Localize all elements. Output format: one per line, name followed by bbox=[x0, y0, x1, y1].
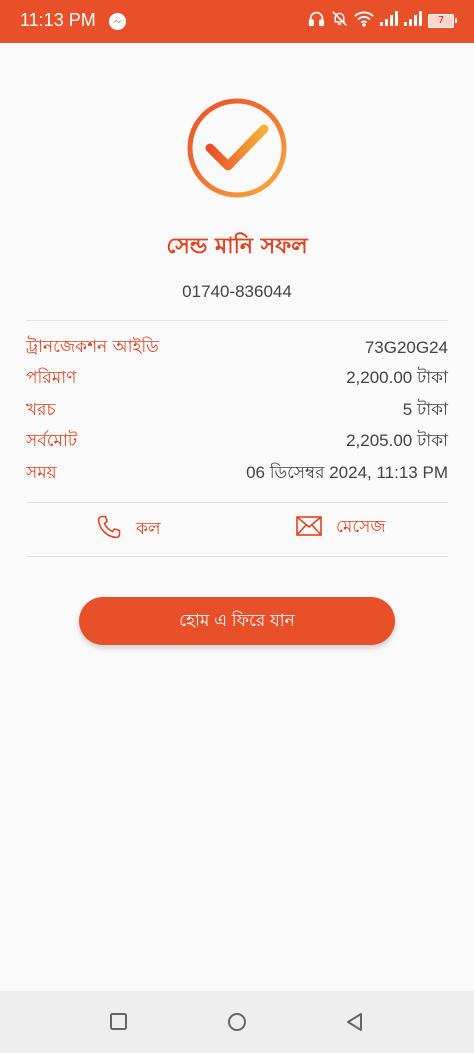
divider bbox=[26, 320, 448, 321]
status-time: 11:13 PM bbox=[20, 10, 96, 30]
battery-icon: 7 bbox=[428, 13, 457, 28]
message-button[interactable]: মেসেজ bbox=[296, 514, 386, 542]
recipient-number: 01740-836044 bbox=[182, 282, 292, 301]
detail-label: পরিমাণ bbox=[26, 368, 77, 389]
status-bar: 11:13 PM 7 bbox=[0, 0, 474, 43]
divider bbox=[26, 556, 448, 557]
detail-row-time: সময় 06 ডিসেম্বর 2024, 11:13 PM bbox=[26, 458, 448, 490]
signal-icon bbox=[380, 11, 398, 30]
detail-value: 73G20G24 bbox=[364, 337, 448, 357]
headphones-icon bbox=[308, 10, 325, 31]
check-circle-icon bbox=[185, 96, 289, 200]
call-button[interactable]: কল bbox=[96, 514, 161, 545]
square-icon[interactable] bbox=[108, 1011, 130, 1033]
detail-label: ট্রানজেকশন আইডি bbox=[26, 336, 159, 357]
detail-value: 06 ডিসেম্বর 2024, 11:13 PM bbox=[246, 462, 448, 482]
detail-value: 5 টাকা bbox=[402, 399, 448, 419]
detail-row-amount: পরিমাণ 2,200.00 টাকা bbox=[26, 364, 448, 396]
detail-row-total: সর্বমোট 2,205.00 টাকা bbox=[26, 427, 448, 459]
detail-row-charge: খরচ 5 টাকা bbox=[26, 395, 448, 427]
transaction-details: ট্রানজেকশন আইডি 73G20G24 পরিমাণ 2,200.00… bbox=[26, 332, 448, 490]
status-icons: 7 bbox=[308, 10, 457, 31]
bell-off-icon bbox=[331, 10, 348, 31]
success-title: সেন্ড মানি সফল bbox=[166, 234, 308, 259]
detail-label: খরচ bbox=[26, 399, 56, 420]
signal-icon bbox=[404, 11, 422, 30]
circle-icon[interactable] bbox=[226, 1011, 248, 1033]
contact-actions: কল মেসেজ bbox=[26, 504, 448, 556]
detail-label: সময় bbox=[26, 462, 57, 483]
detail-value: 2,205.00 টাকা bbox=[346, 431, 448, 451]
navigation-bar bbox=[0, 991, 474, 1053]
triangle-back-icon[interactable] bbox=[344, 1011, 366, 1033]
phone-icon bbox=[96, 514, 122, 545]
detail-row-transaction-id: ট্রানজেকশন আইডি 73G20G24 bbox=[26, 332, 448, 364]
detail-value: 2,200.00 টাকা bbox=[346, 368, 448, 388]
detail-label: সর্বমোট bbox=[26, 431, 78, 452]
call-label: কল bbox=[136, 518, 161, 539]
divider bbox=[26, 502, 448, 503]
messenger-icon bbox=[108, 12, 127, 35]
go-home-button[interactable]: হোম এ ফিরে যান bbox=[79, 597, 395, 645]
envelope-icon bbox=[296, 515, 322, 541]
message-label: মেসেজ bbox=[336, 517, 386, 537]
wifi-icon bbox=[354, 11, 374, 31]
